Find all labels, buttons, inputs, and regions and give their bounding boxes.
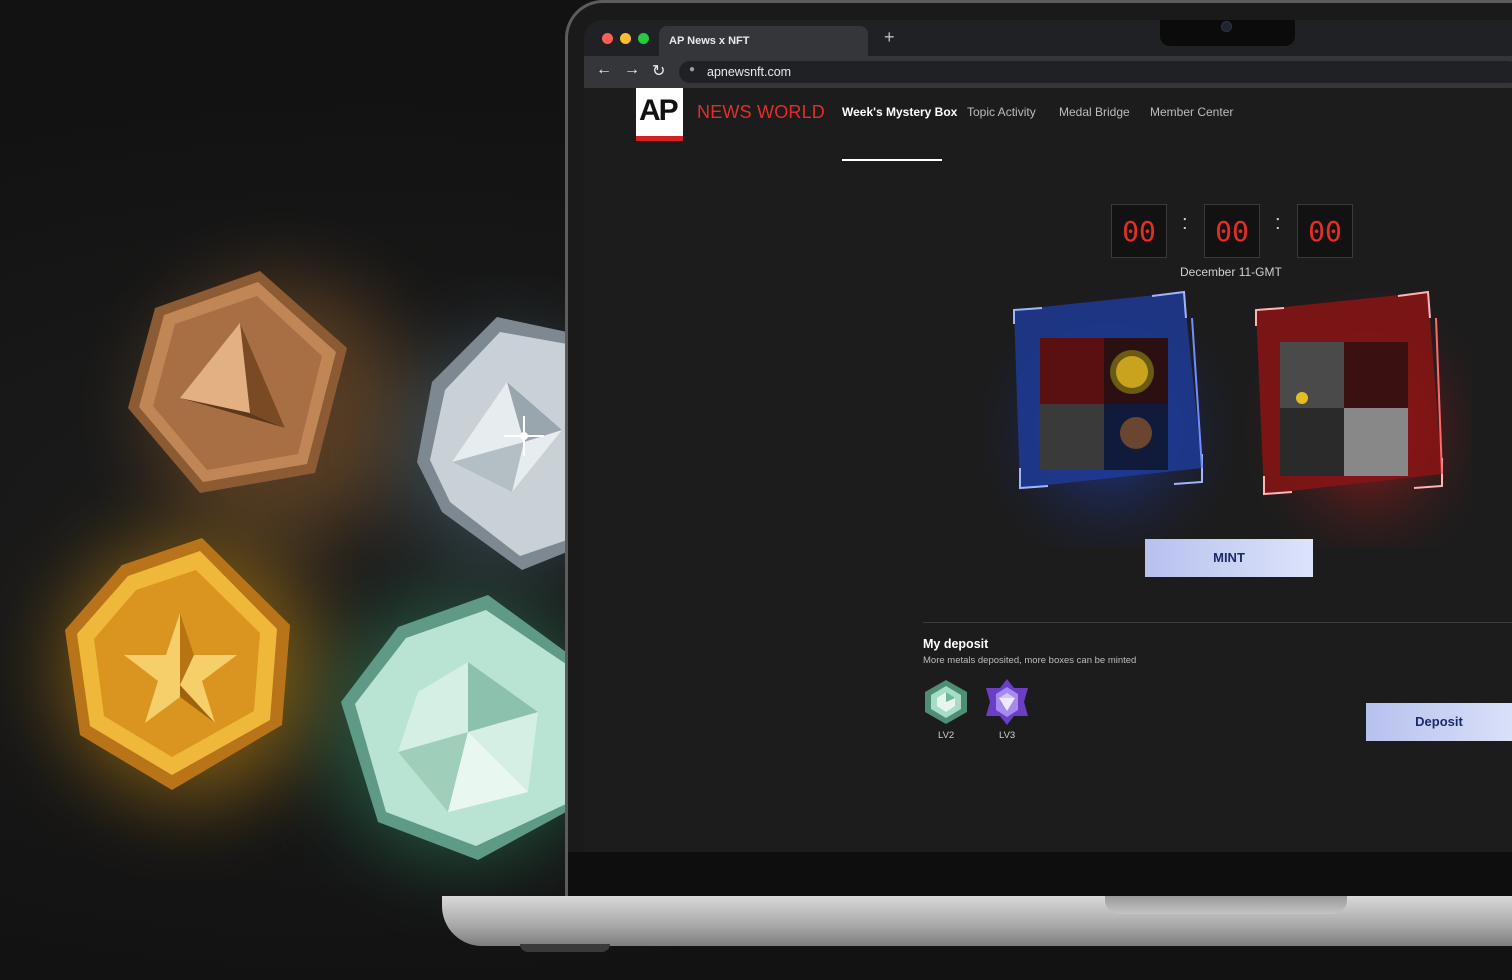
silver-medal-icon <box>417 317 567 570</box>
url-text: apnewsnft.com <box>707 65 792 79</box>
back-arrow-icon[interactable]: ← <box>596 61 612 79</box>
nav-active-underline <box>842 159 942 161</box>
gem-label-lv3: LV3 <box>999 730 1016 741</box>
address-bar[interactable]: ● apnewsnft.com <box>679 61 1512 83</box>
background: AP News x NFT + ← → ↻ ● apnewsnft.com AP… <box>0 0 1512 980</box>
mint-button[interactable]: MINT <box>1145 539 1313 577</box>
nav-medal-bridge[interactable]: Medal Bridge <box>1059 105 1130 119</box>
lock-icon: ● <box>689 64 696 75</box>
reload-icon[interactable]: ↻ <box>652 61 665 81</box>
bronze-medal-icon <box>128 271 347 493</box>
laptop-base <box>442 896 1512 946</box>
gold-medal-icon <box>65 538 290 790</box>
laptop-opening-notch <box>1105 896 1347 914</box>
ap-logo[interactable]: AP <box>636 88 683 141</box>
browser-toolbar: ← → ↻ ● apnewsnft.com <box>584 56 1512 89</box>
nav-weeks-mystery-box[interactable]: Week's Mystery Box <box>842 105 957 119</box>
browser-tab[interactable]: AP News x NFT <box>659 26 868 56</box>
camera-icon <box>1221 21 1232 32</box>
laptop-bezel <box>568 852 1512 897</box>
deposit-subtitle: More metals deposited, more boxes can be… <box>923 655 1137 666</box>
forward-arrow-icon[interactable]: → <box>624 61 640 79</box>
nav-member-center[interactable]: Member Center <box>1150 105 1233 119</box>
gem-label-lv2: LV2 <box>938 730 955 741</box>
close-window-button[interactable] <box>602 33 613 44</box>
new-tab-button[interactable]: + <box>884 27 895 48</box>
blue-mystery-box[interactable] <box>984 288 1234 548</box>
section-divider <box>923 622 1512 623</box>
web-page: AP NEWS WORLD Week's Mystery Box Topic A… <box>584 88 1512 852</box>
ap-logo-bar <box>636 136 683 141</box>
countdown-seconds: 00 <box>1297 204 1353 258</box>
deposit-title: My deposit <box>923 637 989 651</box>
brand-name[interactable]: NEWS WORLD <box>697 102 825 123</box>
countdown-separator: : <box>1275 212 1281 234</box>
laptop-screen: AP News x NFT + ← → ↻ ● apnewsnft.com AP… <box>584 20 1512 852</box>
countdown-date: December 11-GMT <box>1180 265 1282 279</box>
minimize-window-button[interactable] <box>620 33 631 44</box>
deposit-button[interactable]: Deposit <box>1366 703 1512 741</box>
purple-gem-icon[interactable] <box>984 678 1030 726</box>
countdown-minutes: 00 <box>1204 204 1260 258</box>
browser-tab-title: AP News x NFT <box>669 35 750 47</box>
red-mystery-box[interactable] <box>1242 288 1472 548</box>
green-gem-icon[interactable] <box>923 678 969 726</box>
laptop-foot <box>520 944 610 952</box>
maximize-window-button[interactable] <box>638 33 649 44</box>
jade-medal-icon <box>341 595 566 860</box>
countdown-hours: 00 <box>1111 204 1167 258</box>
nav-topic-activity[interactable]: Topic Activity <box>967 105 1036 119</box>
ap-logo-text: AP <box>639 94 679 127</box>
browser-tabbar: AP News x NFT + <box>584 20 1512 56</box>
countdown-separator: : <box>1182 212 1188 234</box>
